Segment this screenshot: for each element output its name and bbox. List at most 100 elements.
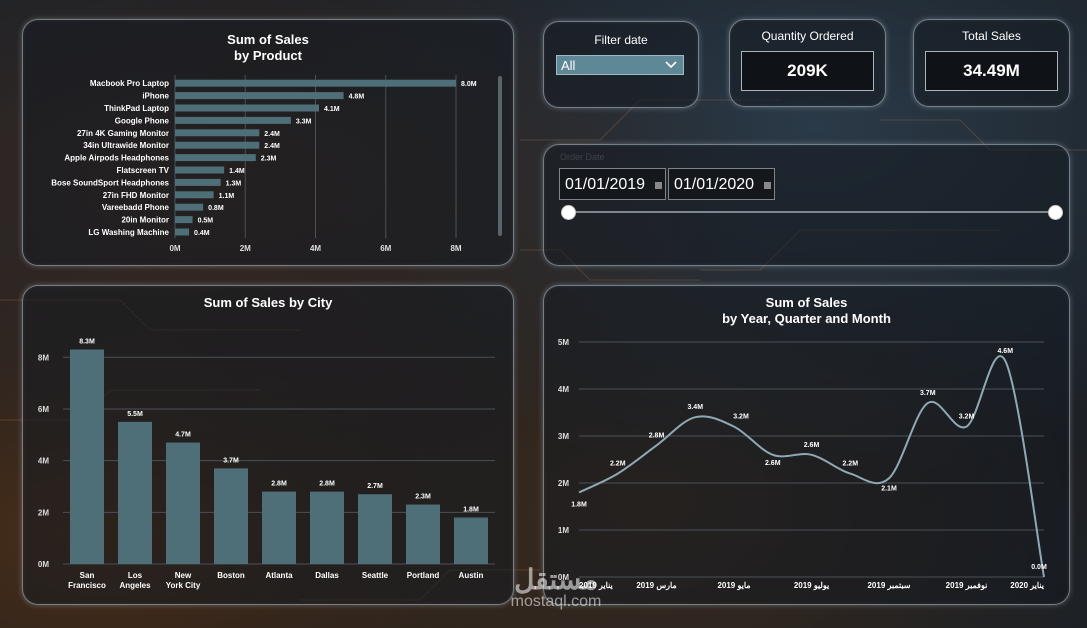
x-tick-label: نوفمبر 2019	[946, 581, 988, 591]
category-label: Dallas	[315, 571, 339, 580]
data-label: 3.7M	[223, 457, 239, 464]
start-date-input[interactable]: 01/01/2019	[559, 168, 666, 200]
bar	[214, 468, 248, 564]
end-date-input[interactable]: 01/01/2020	[668, 168, 775, 200]
data-label: 2.8M	[319, 481, 335, 488]
quantity-ordered-value: 209K	[741, 51, 874, 91]
category-label: 27in 4K Gaming Monitor	[77, 129, 169, 138]
y-tick-label: 3M	[558, 432, 569, 441]
x-tick-label: مارس 2019	[636, 581, 676, 591]
category-label: 27in FHD Monitor	[103, 191, 169, 200]
product-sales-card: Sum of Sales by Product 0M 2M 4M 6M 8M Macboo…	[22, 19, 514, 266]
filter-date-selected: All	[561, 58, 576, 73]
bar	[166, 442, 200, 564]
bar	[175, 191, 214, 199]
x-tick-label: مايو 2019	[717, 581, 750, 591]
x-tick-label: يوليو 2019	[794, 581, 830, 591]
bar	[175, 154, 256, 162]
watermark-latin: mostaql.com	[510, 593, 602, 610]
bar	[175, 116, 291, 124]
data-label: 2.8M	[649, 432, 665, 439]
date-slicer-label: Order Date	[560, 152, 605, 162]
x-tick-label: سبتمبر 2019	[867, 581, 910, 591]
data-label: 1.4M	[229, 168, 245, 175]
product-bar-chart: 0M 2M 4M 6M 8M Macbook Pro Laptop 8.0M iPhone 4.…	[51, 75, 477, 253]
bar	[175, 203, 204, 211]
category-label: Portland	[407, 571, 440, 580]
chevron-down-icon	[665, 61, 677, 69]
city-bar-chart: 0M 2M 4M 6M 8M 8.3M SanFrancisco 5.5M LosAngeles…	[38, 339, 495, 590]
category-label: New	[175, 571, 192, 580]
category-label: 20in Monitor	[121, 216, 169, 225]
start-date-value: 01/01/2019	[565, 176, 646, 193]
date-range-slicer-card: Order Date 01/01/2019 01/01/2020	[543, 144, 1070, 266]
date-range-end-handle[interactable]	[1048, 205, 1063, 220]
product-chart-scrollbar[interactable]	[498, 76, 502, 236]
category-label: Francisco	[68, 581, 106, 590]
y-tick-label: 6M	[38, 405, 49, 414]
data-label: 2.4M	[264, 131, 280, 138]
total-sales-value: 34.49M	[925, 51, 1058, 91]
data-label: 0.4M	[194, 230, 210, 237]
time-sales-card: Sum of Sales by Year, Quarter and Month …	[543, 285, 1070, 605]
filter-date-card: Filter date All	[543, 21, 699, 108]
filter-date-dropdown[interactable]: All	[556, 55, 684, 75]
bar	[454, 517, 488, 564]
y-tick-label: 1M	[558, 526, 569, 535]
category-label: Apple Airpods Headphones	[64, 154, 169, 163]
city-sales-card: Sum of Sales by City 0M 2M 4M 6M 8M 8.3M San Fr…	[22, 285, 514, 605]
x-tick-label: 6M	[380, 244, 391, 253]
data-label: 4.7M	[175, 432, 191, 439]
data-label: 1.8M	[463, 506, 479, 513]
y-tick-label: 5M	[558, 338, 569, 347]
data-label: 2.1M	[881, 485, 897, 492]
category-label: Vareebadd Phone	[102, 203, 170, 212]
bar	[262, 491, 296, 564]
data-label: 4.1M	[324, 106, 340, 113]
time-line-chart: 0M1M2M3M4M5M1.8M2.2M2.8M3.4M3.2M2.6M2.6M…	[558, 338, 1047, 591]
quantity-ordered-label: Quantity Ordered	[761, 29, 854, 43]
category-label: Boston	[217, 571, 245, 580]
data-label: 2.3M	[415, 494, 431, 501]
y-tick-label: 2M	[558, 479, 569, 488]
data-label: 8.0M	[461, 81, 477, 88]
data-label: 8.3M	[79, 339, 95, 346]
category-label: LG Washing Machine	[88, 228, 169, 237]
category-label: ThinkPad Laptop	[104, 104, 169, 113]
bar	[175, 104, 320, 112]
category-label: San	[80, 571, 95, 580]
bar	[175, 166, 225, 174]
bar	[175, 92, 344, 100]
category-label: Flatscreen TV	[117, 166, 170, 175]
bar	[175, 216, 193, 224]
calendar-icon[interactable]	[764, 182, 771, 189]
data-label: 2.8M	[271, 481, 287, 488]
data-label: 3.7M	[920, 390, 936, 397]
bar	[175, 129, 260, 137]
category-label: Atlanta	[265, 571, 293, 580]
x-tick-label: 2M	[240, 244, 251, 253]
bar	[70, 349, 104, 564]
total-sales-label: Total Sales	[962, 29, 1021, 43]
data-label: 5.5M	[127, 411, 143, 418]
data-label: 3.3M	[296, 118, 312, 125]
date-range-slider-track[interactable]	[568, 211, 1055, 213]
data-label: 3.4M	[687, 404, 703, 411]
category-label: iPhone	[142, 92, 169, 101]
bar	[175, 141, 260, 149]
data-label: 0.8M	[208, 205, 224, 212]
y-tick-label: 4M	[558, 385, 569, 394]
data-label: 0.5M	[198, 218, 214, 225]
data-label: 2.4M	[264, 143, 280, 150]
y-tick-label: 0M	[38, 560, 49, 569]
calendar-icon[interactable]	[655, 182, 662, 189]
category-label: York City	[166, 581, 201, 590]
y-tick-label: 4M	[38, 457, 49, 466]
data-label: 1.1M	[219, 193, 235, 200]
data-label: 1.8M	[571, 501, 587, 508]
x-tick-label: 8M	[450, 244, 461, 253]
date-range-start-handle[interactable]	[561, 205, 576, 220]
x-tick-label: 4M	[310, 244, 321, 253]
mostaql-watermark: مستقل mostaql.com	[476, 566, 636, 610]
data-label: 4.8M	[349, 94, 365, 101]
